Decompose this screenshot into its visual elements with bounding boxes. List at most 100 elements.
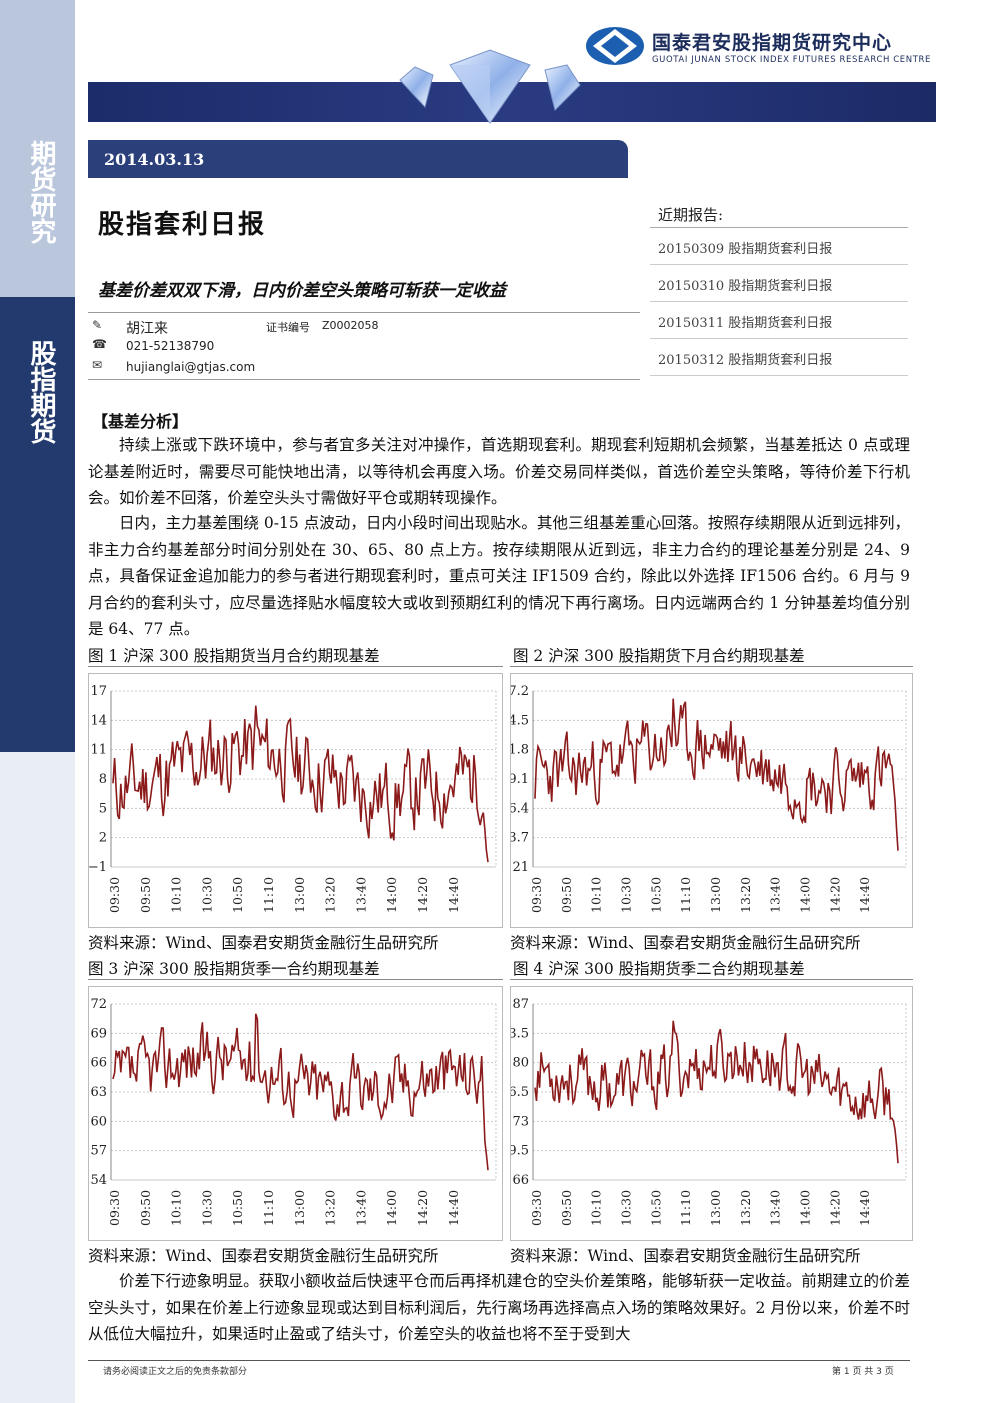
x-tick-label: 14:40 (446, 1190, 461, 1226)
y-tick-label: 21 (512, 860, 529, 875)
pen-icon: ✎ (92, 318, 103, 332)
y-tick-label: −1 (88, 860, 107, 875)
x-tick-label: 09:30 (107, 877, 122, 913)
x-tick-label: 09:30 (107, 1190, 122, 1226)
diamond-decoration-icon (399, 49, 581, 124)
x-tick-label: 13:40 (353, 1190, 368, 1226)
x-tick-label: 13:00 (292, 877, 307, 913)
y-tick-label: 60 (90, 1114, 107, 1129)
report-date-bar: 2014.03.13 (88, 140, 628, 178)
y-tick-label: 57 (90, 1144, 107, 1159)
author-email[interactable]: hujianglai@gtjas.com (126, 360, 255, 374)
y-tick-label: 66 (90, 1056, 107, 1071)
y-tick-label: 14 (90, 713, 107, 728)
figure-title: 图 1 沪深 300 股指期货当月合约期现基差 (88, 647, 380, 665)
body-paragraph: 日内，主力基差围绕 0-15 点波动，日内小段时间出现贴水。其他三组基差重心回落… (88, 514, 910, 638)
x-tick-label: 10:30 (619, 1190, 634, 1226)
recent-report-item[interactable]: 20150309 股指期货套利日报 (650, 228, 908, 265)
series-line (112, 705, 489, 863)
company-logo-icon (586, 27, 644, 65)
figure-source: 资料来源：Wind、国泰君安期货金融衍生品研究所 (88, 1247, 439, 1265)
x-tick-label: 13:00 (708, 877, 723, 913)
x-tick-label: 14:40 (857, 877, 872, 913)
x-tick-label: 11:10 (678, 877, 693, 913)
x-tick-label: 09:50 (138, 1190, 153, 1226)
y-tick-label: 69.5 (510, 1144, 529, 1159)
body-paragraph: 价差下行迹象明显。获取小额收益后快速平仓而后再择机建仓的空头价差策略，能够斩获一… (88, 1272, 910, 1343)
figure-title: 图 2 沪深 300 股指期货下月合约期现基差 (513, 647, 805, 665)
x-tick-label: 10:30 (199, 1190, 214, 1226)
y-tick-label: 69 (90, 1026, 107, 1041)
x-tick-label: 09:50 (559, 1190, 574, 1226)
report-title: 股指套利日报 (98, 210, 267, 240)
x-tick-label: 14:20 (415, 877, 430, 913)
y-tick-label: 83.5 (510, 1026, 529, 1041)
phone-icon: ☎ (92, 337, 107, 351)
y-tick-label: 66 (512, 1173, 529, 1188)
footer-page-number: 第 1 页 共 3 页 (832, 1367, 894, 1377)
x-tick-label: 09:50 (138, 877, 153, 913)
x-tick-label: 14:20 (827, 1190, 842, 1226)
left-sidebar: 期货研究 股指期货 (0, 0, 75, 1403)
x-tick-label: 10:10 (589, 1190, 604, 1226)
x-tick-label: 13:00 (708, 1190, 723, 1226)
y-tick-label: 63 (90, 1085, 107, 1100)
author-phone: 021-52138790 (126, 339, 215, 353)
company-name-cn: 国泰君安股指期货研究中心 (652, 32, 893, 54)
sidebar-label-research: 期货研究 (26, 140, 56, 244)
sidebar-label-index-futures: 股指期货 (26, 340, 56, 444)
y-tick-label: 80 (512, 1056, 529, 1071)
x-tick-label: 13:40 (353, 877, 368, 913)
x-tick-label: 13:20 (323, 877, 338, 913)
y-tick-label: 23.7 (510, 831, 529, 846)
y-tick-label: 87 (512, 997, 529, 1012)
author-name: 胡江来 (126, 321, 168, 337)
footer-rule (88, 1360, 910, 1361)
x-tick-label: 13:40 (768, 1190, 783, 1226)
x-tick-label: 14:20 (827, 877, 842, 913)
y-tick-label: 54 (90, 1173, 107, 1188)
x-tick-label: 14:00 (798, 1190, 813, 1226)
x-tick-label: 10:50 (648, 1190, 663, 1226)
section-heading: 【基差分析】 (92, 412, 189, 431)
x-tick-label: 10:10 (169, 1190, 184, 1226)
figure-source: 资料来源：Wind、国泰君安期货金融衍生品研究所 (88, 934, 439, 952)
y-tick-label: 72 (90, 997, 107, 1012)
y-tick-label: 31.8 (510, 743, 529, 758)
x-tick-label: 10:50 (648, 877, 663, 913)
x-tick-label: 09:30 (529, 1190, 544, 1226)
x-tick-label: 10:30 (199, 877, 214, 913)
x-tick-label: 14:40 (857, 1190, 872, 1226)
x-tick-label: 10:50 (230, 1190, 245, 1226)
figure-rule (88, 979, 503, 980)
chart-basis-current-month: 17 14 11 8 5 2 −109:30 09:50 10:10 10:30 10:50 11:1… (88, 673, 503, 928)
x-tick-label: 11:10 (261, 877, 276, 913)
body-paragraph: 持续上涨或下跌环境中，参与者宜多关注对冲操作，首选期现套利。期现套利短期机会频繁… (88, 436, 910, 507)
x-tick-label: 10:50 (230, 877, 245, 913)
x-tick-label: 13:00 (292, 1190, 307, 1226)
recent-report-item[interactable]: 20150312 股指期货套利日报 (650, 339, 908, 376)
x-tick-label: 10:10 (169, 877, 184, 913)
x-tick-label: 10:30 (619, 877, 634, 913)
y-tick-label: 29.1 (510, 772, 529, 787)
x-tick-label: 14:00 (798, 877, 813, 913)
recent-report-item[interactable]: 20150311 股指期货套利日报 (650, 302, 908, 339)
chart-basis-quarter-one: 72 69 66 63 60 57 5409:30 09:50 10:10 10:30 10:50 1… (88, 986, 503, 1241)
figure-source: 资料来源：Wind、国泰君安期货金融衍生品研究所 (510, 934, 861, 952)
recent-report-item[interactable]: 20150310 股指期货套利日报 (650, 265, 908, 302)
x-tick-label: 11:10 (678, 1190, 693, 1226)
figure-source: 资料来源：Wind、国泰君安期货金融衍生品研究所 (510, 1247, 861, 1265)
footer-disclaimer: 请务必阅读正文之后的免责条款部分 (103, 1367, 248, 1377)
x-tick-label: 09:30 (529, 877, 544, 913)
x-tick-label: 13:20 (738, 1190, 753, 1226)
cert-number: Z0002058 (322, 319, 379, 332)
recent-reports: 近期报告: 20150309 股指期货套利日报 20150310 股指期货套利日… (650, 200, 908, 376)
x-tick-label: 10:10 (589, 877, 604, 913)
y-tick-label: 34.5 (510, 713, 529, 728)
figure-rule (510, 666, 913, 667)
y-tick-label: 8 (99, 772, 107, 787)
y-tick-label: 2 (99, 831, 107, 846)
author-block: ✎ 胡江来 证书编号 Z0002058 ☎ 021-52138790 ✉ huj… (88, 312, 640, 380)
report-subtitle: 基差价差双双下滑，日内价差空头策略可斩获一定收益 (98, 281, 506, 301)
x-tick-label: 14:40 (446, 877, 461, 913)
